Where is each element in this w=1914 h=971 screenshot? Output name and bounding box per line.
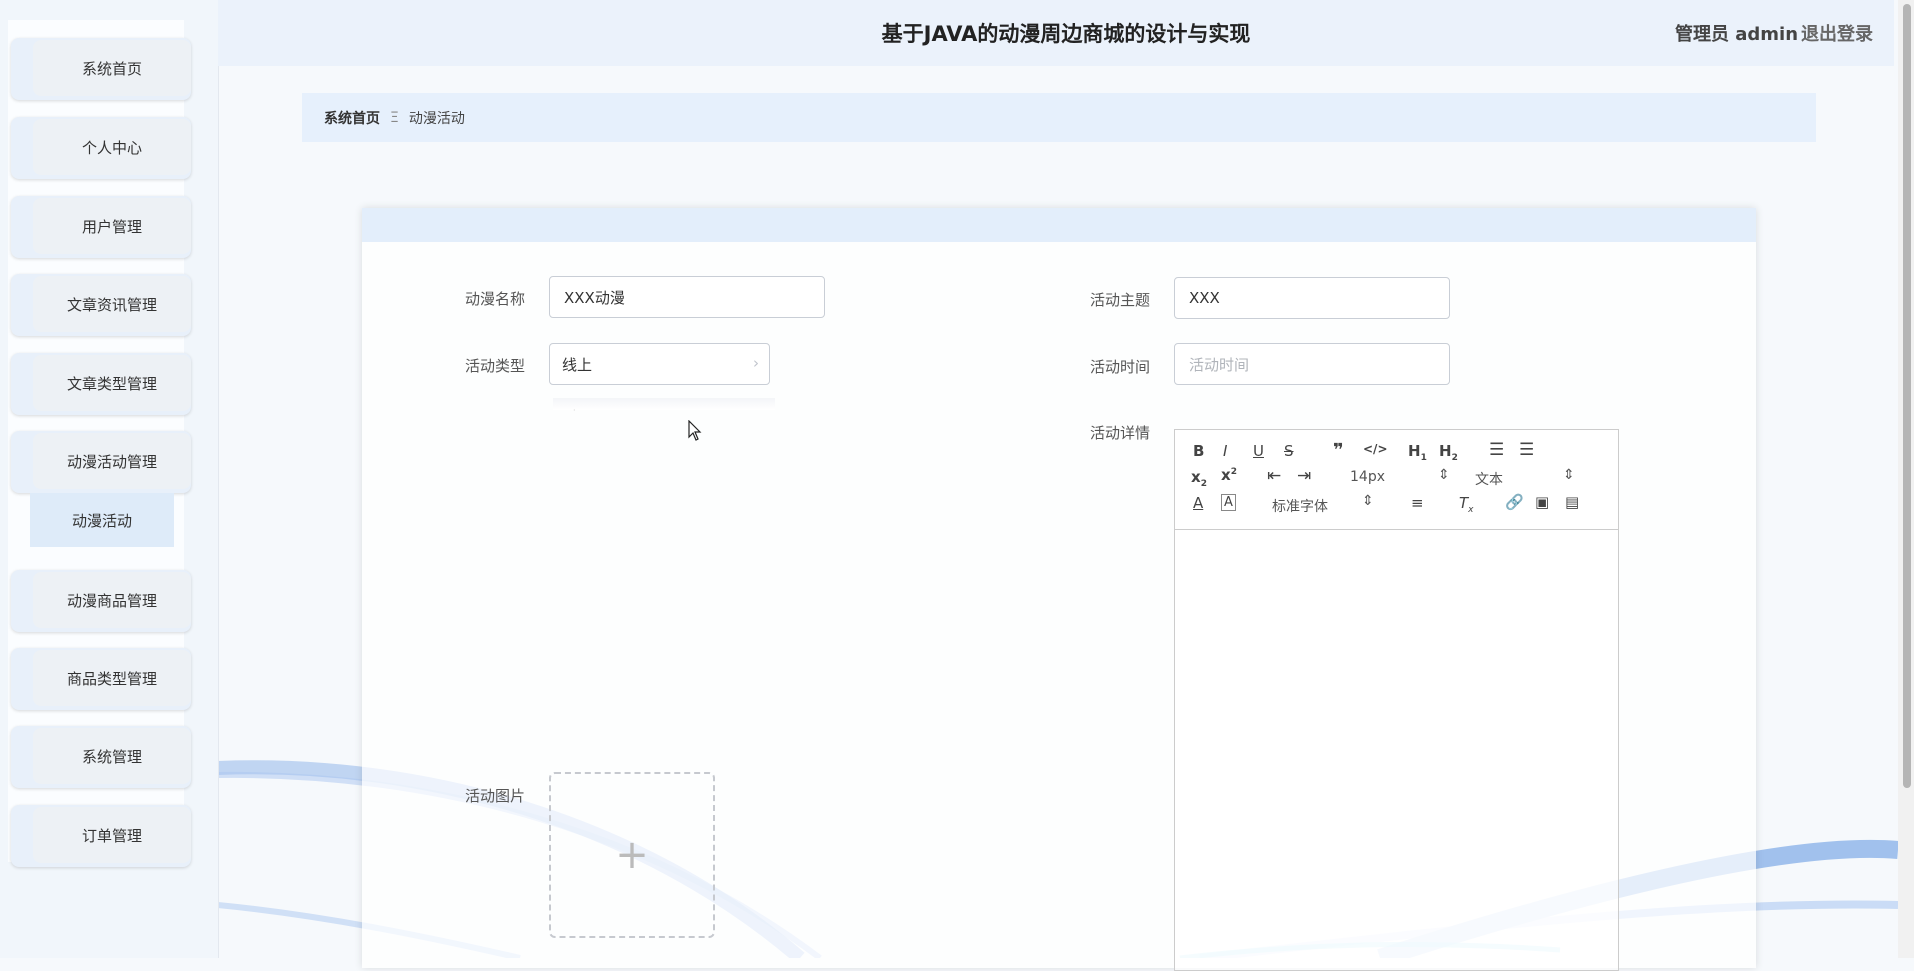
clear-format-icon[interactable]: Tx bbox=[1459, 494, 1474, 515]
strikethrough-icon[interactable]: S bbox=[1284, 442, 1294, 460]
activity-type-select[interactable]: 线上 › bbox=[549, 343, 770, 385]
block-format-select[interactable]: 文本 bbox=[1475, 469, 1503, 489]
sidebar-item-label: 订单管理 bbox=[33, 807, 191, 863]
heading1-icon[interactable]: H1 bbox=[1408, 442, 1427, 463]
font-size-arrow-icon: ⇕ bbox=[1438, 467, 1450, 483]
indent-icon[interactable]: ⇥ bbox=[1297, 466, 1311, 486]
activity-type-label: 活动类型 bbox=[465, 357, 526, 375]
sidebar-item-goods-type-management[interactable]: 商品类型管理 bbox=[11, 648, 191, 710]
plus-icon: + bbox=[615, 832, 649, 878]
sidebar-item-label: 用户管理 bbox=[33, 198, 191, 254]
app-title: 基于JAVA的动漫周边商城的设计与实现 bbox=[881, 22, 1251, 46]
code-block-icon[interactable]: </> bbox=[1363, 442, 1388, 456]
font-family-arrow-icon: ⇕ bbox=[1362, 493, 1374, 509]
breadcrumb-current: 动漫活动 bbox=[408, 110, 465, 127]
sidebar-subitem-anime-activity[interactable]: 动漫活动 bbox=[30, 493, 174, 547]
card-header bbox=[362, 208, 1756, 242]
heading2-icon[interactable]: H2 bbox=[1439, 442, 1458, 463]
anime-name-label: 动漫名称 bbox=[465, 290, 526, 308]
sidebar-item-personal-center[interactable]: 个人中心 bbox=[11, 117, 191, 179]
logout-button[interactable]: 退出登录 bbox=[1801, 20, 1873, 46]
font-family-select[interactable]: 标准字体 bbox=[1272, 496, 1328, 516]
text-color-icon[interactable]: A bbox=[1193, 494, 1203, 512]
activity-type-value: 线上 bbox=[562, 355, 593, 374]
sidebar-item-home[interactable]: 系统首页 bbox=[11, 38, 191, 100]
breadcrumb-separator-icon: Ξ bbox=[390, 109, 399, 126]
rich-text-editor[interactable]: B I U S ❞ </> H1 H2 ☰ ☰ x2 x2 ⇤ ⇥ 14px ⇕… bbox=[1174, 429, 1619, 971]
sidebar-item-label: 商品类型管理 bbox=[33, 650, 191, 706]
chevron-right-icon: › bbox=[753, 354, 759, 372]
sidebar-item-article-type-management[interactable]: 文章类型管理 bbox=[11, 353, 191, 415]
image-icon[interactable]: ▣ bbox=[1535, 493, 1549, 511]
block-format-arrow-icon: ⇕ bbox=[1563, 467, 1575, 483]
sidebar: 系统首页 个人中心 用户管理 文章资讯管理 文章类型管理 动漫活动管理 动漫活动… bbox=[0, 0, 219, 958]
scrollbar-thumb[interactable] bbox=[1903, 4, 1911, 788]
activity-details-label: 活动详情 bbox=[1090, 424, 1151, 442]
subscript-icon[interactable]: x2 bbox=[1191, 468, 1207, 489]
italic-icon[interactable]: I bbox=[1223, 442, 1227, 460]
image-upload-box[interactable]: + bbox=[549, 772, 715, 938]
underline-icon[interactable]: U bbox=[1253, 442, 1264, 460]
sidebar-item-article-management[interactable]: 文章资讯管理 bbox=[11, 274, 191, 336]
bullet-list-icon[interactable]: ☰ bbox=[1519, 440, 1534, 460]
font-size-select[interactable]: 14px bbox=[1350, 469, 1385, 485]
align-left-icon[interactable]: ≡ bbox=[1411, 494, 1424, 512]
background-color-icon[interactable]: A bbox=[1221, 494, 1236, 511]
sidebar-item-user-management[interactable]: 用户管理 bbox=[11, 196, 191, 258]
blockquote-icon[interactable]: ❞ bbox=[1333, 440, 1344, 461]
current-user: 管理员 admin bbox=[1675, 24, 1799, 45]
editor-toolbar: B I U S ❞ </> H1 H2 ☰ ☰ x2 x2 ⇤ ⇥ 14px ⇕… bbox=[1175, 430, 1618, 530]
activity-time-input[interactable]: 活动时间 bbox=[1174, 343, 1450, 385]
video-icon[interactable]: ▤ bbox=[1565, 493, 1579, 511]
anime-name-input[interactable]: XXX动漫 bbox=[549, 276, 825, 318]
activity-time-label: 活动时间 bbox=[1090, 358, 1151, 376]
dropdown-option[interactable]: · bbox=[573, 406, 576, 415]
sidebar-item-label: 文章类型管理 bbox=[33, 355, 191, 411]
top-header: 基于JAVA的动漫周边商城的设计与实现 管理员 admin 退出登录 bbox=[218, 0, 1894, 66]
mouse-cursor-icon bbox=[688, 420, 702, 441]
sidebar-item-label: 系统首页 bbox=[33, 40, 191, 96]
sidebar-item-anime-activity-management[interactable]: 动漫活动管理 bbox=[11, 431, 191, 493]
sidebar-item-anime-goods-management[interactable]: 动漫商品管理 bbox=[11, 570, 191, 632]
sidebar-item-label: 动漫活动管理 bbox=[33, 433, 191, 489]
sidebar-item-system-management[interactable]: 系统管理 bbox=[11, 726, 191, 788]
activity-theme-input[interactable]: XXX bbox=[1174, 277, 1450, 319]
sidebar-item-label: 个人中心 bbox=[33, 119, 191, 175]
link-icon[interactable]: 🔗 bbox=[1505, 493, 1524, 511]
breadcrumb-home[interactable]: 系统首页 bbox=[324, 108, 380, 128]
sidebar-item-label: 文章资讯管理 bbox=[33, 276, 191, 332]
breadcrumb: 系统首页 Ξ 动漫活动 bbox=[302, 93, 1816, 142]
sidebar-item-order-management[interactable]: 订单管理 bbox=[11, 805, 191, 867]
activity-theme-label: 活动主题 bbox=[1090, 291, 1151, 309]
superscript-icon[interactable]: x2 bbox=[1221, 466, 1237, 484]
bold-icon[interactable]: B bbox=[1193, 442, 1204, 460]
ordered-list-icon[interactable]: ☰ bbox=[1489, 440, 1504, 460]
dropdown-popup: · bbox=[553, 398, 775, 415]
sidebar-item-label: 系统管理 bbox=[33, 728, 191, 784]
activity-image-label: 活动图片 bbox=[465, 787, 526, 805]
outdent-icon[interactable]: ⇤ bbox=[1267, 466, 1281, 486]
sidebar-item-label: 动漫商品管理 bbox=[33, 572, 191, 628]
